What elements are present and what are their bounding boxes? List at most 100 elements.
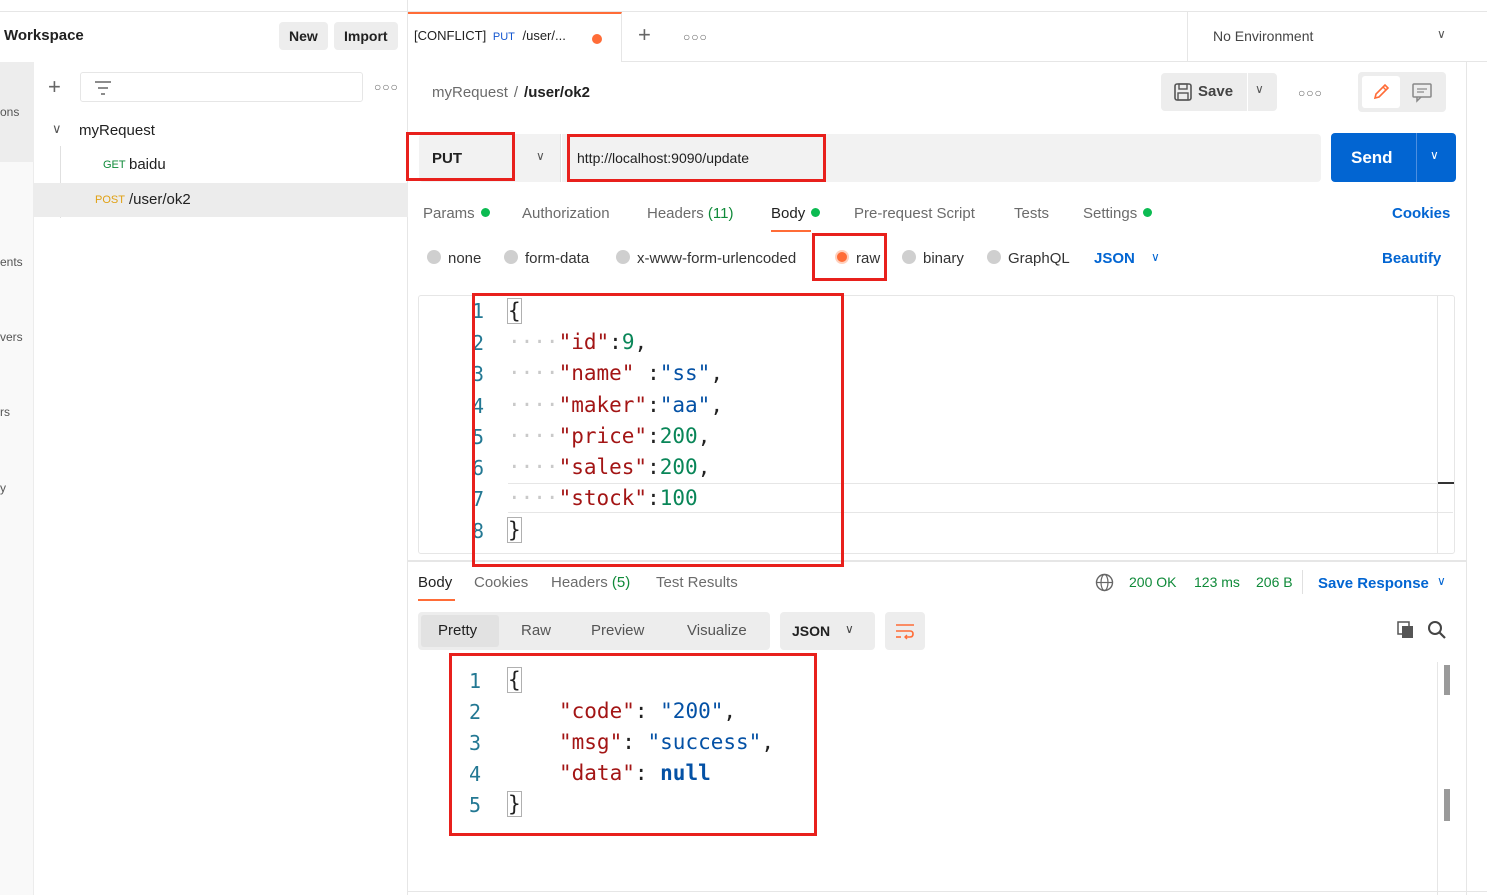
response-tab-body[interactable]: Body [418, 574, 452, 591]
import-button[interactable]: Import [334, 22, 398, 50]
radio-dot [504, 250, 518, 264]
cookies-link[interactable]: Cookies [1392, 205, 1450, 222]
method-tag-put: PUT [492, 31, 515, 43]
annotation-box-raw [812, 233, 887, 281]
tab-authorization[interactable]: Authorization [522, 205, 610, 222]
view-visualize-button[interactable]: Visualize [687, 622, 747, 639]
rail-item-collections[interactable]: ons [0, 105, 19, 119]
radio-none[interactable]: none [427, 250, 481, 267]
scrollbar-thumb[interactable] [1444, 789, 1450, 821]
beautify-button[interactable]: Beautify [1382, 250, 1441, 267]
comment-icon[interactable] [1410, 80, 1434, 104]
pencil-icon [1373, 83, 1390, 100]
divider [1416, 133, 1417, 182]
response-status[interactable]: 200 OK [1129, 574, 1176, 590]
response-tab-test-results[interactable]: Test Results [656, 574, 738, 591]
radio-graphql[interactable]: GraphQL [987, 250, 1070, 267]
view-preview-button[interactable]: Preview [591, 622, 644, 639]
tab-headers[interactable]: Headers (11) [647, 205, 733, 222]
sidebar-item-label: /user/ok2 [129, 191, 191, 208]
sidebar-item-label: baidu [129, 156, 166, 173]
filter-icon [95, 81, 111, 95]
tab-conflict-label: [CONFLICT] [414, 28, 487, 43]
view-pretty-label[interactable]: Pretty [438, 622, 477, 639]
view-raw-button[interactable]: Raw [521, 622, 551, 639]
response-time[interactable]: 123 ms [1194, 574, 1240, 590]
breadcrumb-current[interactable]: /user/ok2 [524, 84, 590, 101]
rail-item-history[interactable]: y [0, 481, 6, 495]
tab-body[interactable]: Body [771, 205, 821, 222]
save-response-button[interactable]: Save Response [1318, 575, 1429, 592]
new-button[interactable]: New [279, 22, 328, 50]
plus-icon[interactable]: + [48, 74, 61, 100]
chevron-down-icon[interactable]: ∨ [1151, 250, 1160, 264]
radio-binary[interactable]: binary [902, 250, 964, 267]
scrollbar-marker [1438, 482, 1454, 484]
chevron-down-icon[interactable]: ∨ [1437, 574, 1446, 588]
top-strip [408, 0, 1487, 12]
radio-label: GraphQL [1008, 250, 1070, 267]
status-dot-icon [1143, 208, 1153, 217]
filter-input[interactable] [80, 72, 363, 102]
search-icon[interactable] [1427, 620, 1447, 640]
wrap-lines-button[interactable] [885, 612, 925, 650]
response-tab-headers-label: Headers [551, 574, 608, 591]
scrollbar[interactable] [1437, 296, 1454, 553]
scrollbar[interactable] [1437, 662, 1455, 895]
chevron-down-icon[interactable]: ∨ [845, 622, 854, 636]
method-tag-post: POST [95, 194, 125, 206]
tab-tests[interactable]: Tests [1014, 205, 1049, 222]
workspace-title: Workspace [4, 27, 84, 44]
tab-params-label: Params [423, 205, 475, 222]
collection-folder-myrequest[interactable]: myRequest [79, 122, 155, 139]
divider [408, 891, 1487, 892]
chevron-down-icon[interactable]: ∨ [536, 149, 545, 163]
sidebar-item-baidu[interactable]: GET baidu [34, 148, 408, 182]
save-icon [1174, 83, 1192, 101]
save-button-label[interactable]: Save [1198, 83, 1233, 100]
scrollbar-thumb[interactable] [1444, 665, 1450, 695]
tab-params[interactable]: Params [423, 205, 490, 222]
chevron-down-icon[interactable]: ∨ [52, 121, 62, 137]
radio-label: form-data [525, 250, 590, 267]
breadcrumb-parent[interactable]: myRequest [432, 84, 508, 101]
rail-item-mock-servers[interactable]: vers [0, 330, 23, 344]
request-more-icon[interactable]: ○○○ [1298, 86, 1323, 100]
more-icon[interactable]: ○○○ [374, 80, 399, 94]
rail-item-monitors[interactable]: rs [0, 405, 10, 419]
tab-headers-label: Headers [647, 205, 704, 222]
tab-settings[interactable]: Settings [1083, 205, 1153, 222]
send-button-label[interactable]: Send [1351, 148, 1393, 168]
divider [1302, 570, 1303, 594]
radio-label: none [448, 250, 482, 267]
response-format-label[interactable]: JSON [792, 623, 830, 639]
tab-settings-label: Settings [1083, 205, 1138, 222]
radio-form-data[interactable]: form-data [504, 250, 589, 267]
sidebar-rail [0, 62, 34, 895]
annotation-box-response-body [449, 653, 817, 836]
chevron-down-icon[interactable]: ∨ [1255, 82, 1264, 96]
radio-label: x-www-form-urlencoded [637, 250, 797, 267]
copy-icon[interactable] [1397, 621, 1414, 639]
language-select[interactable]: JSON [1094, 250, 1135, 267]
chevron-down-icon[interactable]: ∨ [1437, 27, 1446, 41]
annotation-box-method [406, 132, 515, 181]
tab-more-icon[interactable]: ○○○ [683, 30, 708, 44]
response-tab-headers[interactable]: Headers (5) [551, 574, 630, 591]
method-tag-get: GET [103, 159, 126, 171]
breadcrumb-separator: / [513, 84, 519, 101]
response-size[interactable]: 206 B [1256, 574, 1293, 590]
globe-icon[interactable] [1095, 573, 1114, 592]
rail-item-environments[interactable]: ents [0, 255, 23, 269]
response-tab-cookies[interactable]: Cookies [474, 574, 528, 591]
sidebar-item-user-ok2[interactable]: POST /user/ok2 [34, 183, 408, 217]
response-tab-headers-count: (5) [611, 574, 631, 591]
environment-select[interactable]: No Environment [1213, 28, 1313, 44]
new-tab-plus-icon[interactable]: + [638, 22, 651, 48]
tab-request-name: /user/... [522, 28, 566, 43]
divider [1187, 12, 1188, 62]
edit-mode-button[interactable] [1362, 76, 1400, 108]
radio-urlencoded[interactable]: x-www-form-urlencoded [616, 250, 796, 267]
tab-prerequest-script[interactable]: Pre-request Script [854, 205, 975, 222]
chevron-down-icon[interactable]: ∨ [1430, 148, 1439, 162]
